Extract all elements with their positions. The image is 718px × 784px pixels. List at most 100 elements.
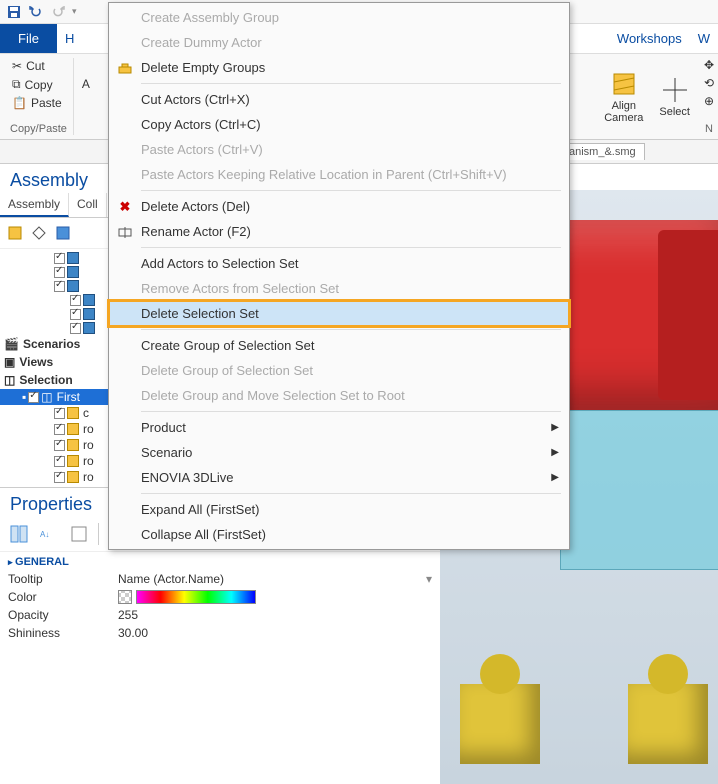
align-camera-button[interactable]: Align Camera <box>596 58 651 135</box>
color-value[interactable] <box>110 588 440 606</box>
checkbox-icon[interactable] <box>54 472 65 483</box>
redo-icon[interactable] <box>50 4 66 20</box>
checkbox-icon[interactable] <box>54 281 65 292</box>
document-tab[interactable]: anism_&.smg <box>560 143 645 160</box>
menu-item-label: Create Dummy Actor <box>141 35 262 50</box>
film-icon: 🎬 <box>4 337 19 351</box>
checkbox-icon[interactable] <box>28 392 39 403</box>
collaboration-subtab[interactable]: Coll <box>69 193 107 217</box>
menu-item[interactable]: Copy Actors (Ctrl+C) <box>109 112 569 137</box>
model-yellow-base-left <box>460 684 540 764</box>
undo-icon[interactable] <box>28 4 44 20</box>
menu-item[interactable]: ENOVIA 3DLive▶ <box>109 465 569 490</box>
checkbox-icon[interactable] <box>54 267 65 278</box>
menu-item[interactable]: Rename Actor (F2) <box>109 219 569 244</box>
tree-tool-2[interactable] <box>28 222 50 244</box>
assembly-subtab[interactable]: Assembly <box>0 193 69 217</box>
paste-button[interactable]: 📋 Paste <box>10 95 67 111</box>
menu-item[interactable]: Collapse All (FirstSet) <box>109 522 569 547</box>
scissors-icon: ✂ <box>12 59 22 73</box>
cube-icon <box>67 280 79 292</box>
scenarios-label: Scenarios <box>23 337 80 351</box>
select-button[interactable]: Select <box>651 58 698 135</box>
checkbox-icon[interactable] <box>70 323 81 334</box>
menu-item[interactable]: Product▶ <box>109 415 569 440</box>
tooltip-value[interactable]: Name (Actor.Name)▾ <box>110 570 440 588</box>
cube-icon <box>83 294 95 306</box>
checkbox-icon[interactable] <box>70 309 81 320</box>
menu-item: Delete Group and Move Selection Set to R… <box>109 383 569 408</box>
checkbox-icon[interactable] <box>54 440 65 451</box>
doc-icon: ▣ <box>4 355 15 369</box>
select-label: Select <box>659 106 690 118</box>
menu-item-label: Delete Group of Selection Set <box>141 363 313 378</box>
right-icons-group: ✥ ⟲ ⊕ N <box>698 58 714 135</box>
cube-icon <box>67 407 79 419</box>
dropdown-icon[interactable]: ▾ <box>426 572 432 586</box>
color-strip[interactable] <box>136 590 256 604</box>
menu-item[interactable]: Expand All (FirstSet) <box>109 497 569 522</box>
menu-item-label: Create Assembly Group <box>141 10 279 25</box>
model-cyan-bracket <box>560 410 718 570</box>
menu-item-label: Delete Group and Move Selection Set to R… <box>141 388 405 403</box>
expand-icon[interactable]: ▪ <box>22 390 26 404</box>
properties-title: Properties <box>10 494 92 515</box>
menu-separator <box>141 247 561 248</box>
cut-button[interactable]: ✂ Cut <box>10 58 67 74</box>
workshops-tab[interactable]: Workshops <box>609 24 690 53</box>
opacity-value[interactable]: 255 <box>110 606 440 624</box>
menu-item-label: Create Group of Selection Set <box>141 338 314 353</box>
props-tool-2[interactable]: A↓ <box>38 523 60 545</box>
submenu-arrow-icon: ▶ <box>551 472 559 483</box>
menu-item: Create Dummy Actor <box>109 30 569 55</box>
checkbox-icon[interactable] <box>54 456 65 467</box>
menu-item-label: Add Actors to Selection Set <box>141 256 299 271</box>
copy-button[interactable]: ⧉ Copy <box>10 76 67 93</box>
cube-icon <box>83 308 95 320</box>
checkbox-icon[interactable] <box>54 408 65 419</box>
properties-grid: Tooltip Name (Actor.Name)▾ Color Opacity… <box>0 570 440 642</box>
save-icon[interactable] <box>6 4 22 20</box>
file-tab[interactable]: File <box>0 24 57 53</box>
cut-label: Cut <box>26 59 45 73</box>
menu-item[interactable]: Cut Actors (Ctrl+X) <box>109 87 569 112</box>
svg-text:A↓: A↓ <box>40 530 49 539</box>
menu-separator <box>141 83 561 84</box>
tree-item-label: ro <box>81 438 94 452</box>
rename-icon <box>117 224 133 240</box>
menu-item[interactable]: Scenario▶ <box>109 440 569 465</box>
a-partial: A <box>80 76 92 92</box>
general-section[interactable]: GENERAL <box>0 552 440 570</box>
shininess-value[interactable]: 30.00 <box>110 624 440 642</box>
cube-icon <box>67 455 79 467</box>
tree-tool-1[interactable] <box>4 222 26 244</box>
props-tool-3[interactable] <box>68 523 90 545</box>
tree-item-label: ro <box>81 470 94 484</box>
submenu-arrow-icon: ▶ <box>551 422 559 433</box>
checkbox-icon[interactable] <box>70 295 81 306</box>
home-tab-partial[interactable]: H <box>57 24 82 53</box>
group-icon <box>117 60 133 76</box>
props-tool-1[interactable] <box>8 523 30 545</box>
rotate-icon[interactable]: ⟲ <box>704 76 714 90</box>
qat-dropdown-icon[interactable]: ▾ <box>72 6 77 17</box>
menu-item[interactable]: Add Actors to Selection Set <box>109 251 569 276</box>
menu-item[interactable]: ✖Delete Actors (Del) <box>109 194 569 219</box>
menu-item-label: Delete Empty Groups <box>141 60 265 75</box>
menu-item-label: Rename Actor (F2) <box>141 224 251 239</box>
zoom-icon[interactable]: ⊕ <box>704 94 714 108</box>
move-icon[interactable]: ✥ <box>704 58 714 72</box>
x-red-icon: ✖ <box>117 199 133 215</box>
tooltip-label: Tooltip <box>0 570 110 588</box>
w-tab-partial[interactable]: W <box>690 24 718 53</box>
menu-item-label: Remove Actors from Selection Set <box>141 281 339 296</box>
checkbox-icon[interactable] <box>54 424 65 435</box>
tree-tool-3[interactable] <box>52 222 74 244</box>
menu-item[interactable]: Delete Selection Set <box>109 301 569 326</box>
model-yellow-cyl-right <box>648 654 688 694</box>
cube-icon <box>67 252 79 264</box>
checkbox-icon[interactable] <box>54 253 65 264</box>
menu-item[interactable]: Create Group of Selection Set <box>109 333 569 358</box>
menu-item[interactable]: Delete Empty Groups <box>109 55 569 80</box>
n-partial-label: N <box>704 123 714 135</box>
